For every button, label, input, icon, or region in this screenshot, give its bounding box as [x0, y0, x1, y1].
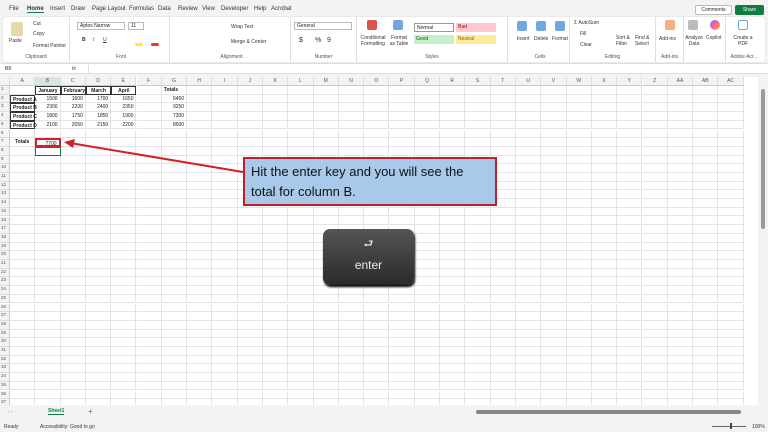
return-arrow-icon: ⮐ — [363, 238, 374, 250]
arrow-overlay — [64, 139, 244, 173]
instruction-callout: Hit the enter key and you will see the t… — [243, 157, 497, 206]
enter-key-image: ⮐ enter — [323, 229, 414, 285]
callout-arrow — [69, 142, 244, 173]
arrow-head — [64, 139, 75, 148]
enter-key-label: enter — [354, 258, 383, 272]
